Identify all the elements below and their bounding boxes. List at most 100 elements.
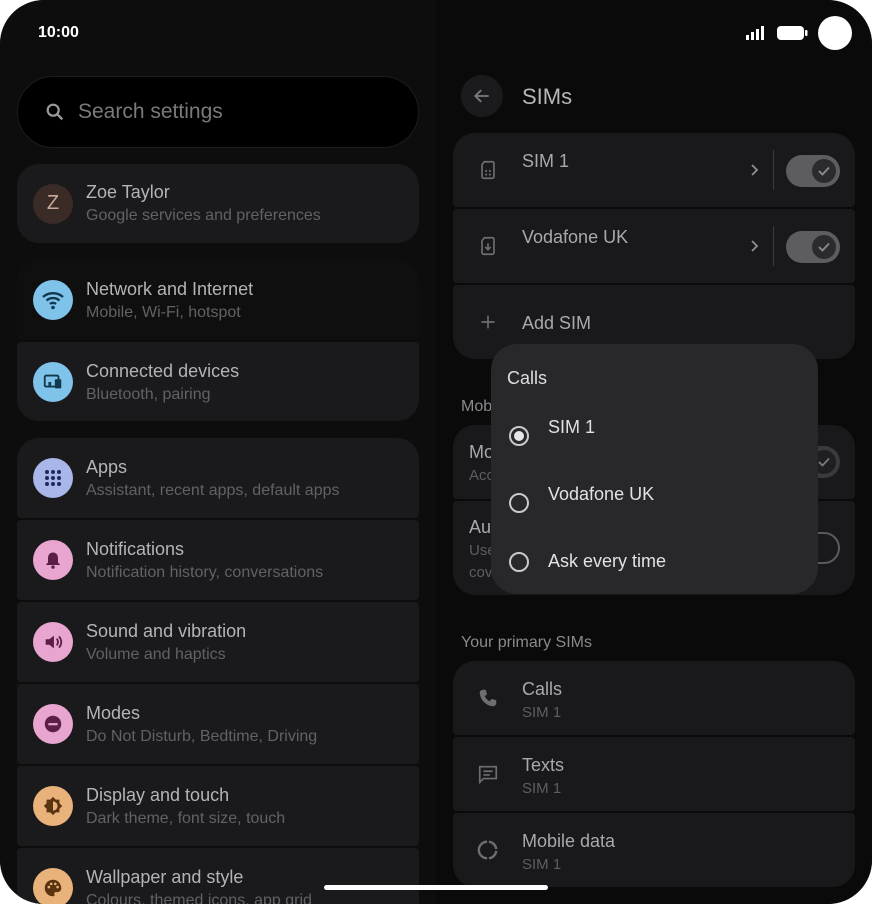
settings-item-title: Wallpaper and style <box>86 866 244 887</box>
settings-item-subtitle: Dark theme, font size, touch <box>86 809 286 827</box>
primary-row-mobile-data[interactable]: Mobile data SIM 1 <box>453 813 855 887</box>
volume-icon <box>45 635 63 649</box>
settings-item-sound[interactable]: Sound and vibration Volume and haptics <box>17 602 419 682</box>
radio-button[interactable] <box>509 493 529 513</box>
bell-icon-circle <box>33 540 73 580</box>
toggle-knob <box>812 235 836 259</box>
esim-download-icon <box>481 236 495 256</box>
devices-icon <box>43 374 62 389</box>
bell-icon <box>46 552 60 569</box>
option-label: Vodafone UK <box>548 484 655 504</box>
row-subtitle: SIM 1 <box>522 780 562 797</box>
camera-cutout <box>818 16 852 50</box>
dialog-title: Calls <box>507 368 548 388</box>
settings-item-title: Network and Internet <box>86 278 254 299</box>
home-indicator[interactable] <box>324 885 548 890</box>
avatar-initial: Z <box>46 192 60 214</box>
settings-item-wallpaper[interactable]: Wallpaper and style Colours, themed icon… <box>17 848 419 904</box>
settings-item-title: Connected devices <box>86 360 240 381</box>
avatar: Z <box>33 183 73 224</box>
status-icons <box>746 16 852 50</box>
row-title: Mobile data <box>522 831 616 851</box>
section-primary-sims: Your primary SIMs <box>461 634 592 651</box>
modes-icon-circle <box>33 704 73 744</box>
settings-item-notifications[interactable]: Notifications Notification history, conv… <box>17 520 419 600</box>
option-sim1[interactable]: SIM 1 <box>507 416 807 456</box>
settings-item-subtitle: Notification history, conversations <box>86 563 324 581</box>
page-title: SIMs <box>522 84 573 109</box>
settings-item-title: Modes <box>86 702 141 723</box>
apps-icon-circle <box>33 458 73 498</box>
option-ask-every-time[interactable]: Ask every time <box>507 542 807 582</box>
data-usage-icon <box>477 840 498 860</box>
settings-item-connected-devices[interactable]: Connected devices Bluetooth, pairing <box>17 342 419 422</box>
battery-icon <box>777 26 808 40</box>
settings-item-subtitle: Volume and haptics <box>86 645 226 663</box>
settings-item-title: Sound and vibration <box>86 620 247 641</box>
divider <box>773 226 774 266</box>
message-icon <box>478 765 498 785</box>
row-title: Au <box>469 517 492 537</box>
brightness-icon <box>43 796 63 816</box>
row-title: Calls <box>522 679 563 699</box>
settings-item-subtitle: Assistant, recent apps, default apps <box>86 481 340 499</box>
option-vodafone[interactable]: Vodafone UK <box>507 483 807 523</box>
wifi-icon-circle <box>33 280 73 320</box>
phone-icon <box>479 689 497 707</box>
check-icon <box>818 242 830 252</box>
calls-sim-dialog: Calls SIM 1 Vodafone UK Ask every time <box>491 344 818 594</box>
settings-item-network[interactable]: Network and Internet Mobile, Wi-Fi, hots… <box>17 260 419 340</box>
account-subtitle: Google services and preferences <box>86 207 321 224</box>
wallpaper-icon-circle <box>33 868 73 904</box>
arrow-back-icon <box>474 89 489 103</box>
chevron-right-icon[interactable] <box>748 238 760 254</box>
plus-icon <box>481 315 495 329</box>
section-mobile: Mob <box>461 398 493 415</box>
settings-item-title: Display and touch <box>86 784 230 805</box>
sim-name: Vodafone UK <box>522 227 629 247</box>
apps-grid-icon <box>45 470 61 486</box>
option-label: SIM 1 <box>548 417 596 437</box>
check-icon <box>818 457 830 467</box>
settings-item-subtitle: Mobile, Wi-Fi, hotspot <box>86 303 241 321</box>
do-not-disturb-icon <box>44 715 62 733</box>
option-label: Ask every time <box>548 551 667 571</box>
back-button[interactable] <box>461 75 503 117</box>
search-bar[interactable] <box>17 76 419 148</box>
sim1-toggle[interactable] <box>786 155 840 187</box>
signal-icon <box>746 26 764 40</box>
display-icon-circle <box>33 786 73 826</box>
vodafone-toggle[interactable] <box>786 231 840 263</box>
primary-row-calls[interactable]: Calls SIM 1 <box>453 661 855 735</box>
sim-card-icon <box>481 160 495 180</box>
settings-item-apps[interactable]: Apps Assistant, recent apps, default app… <box>17 438 419 518</box>
divider <box>773 150 774 190</box>
device-screen: 10:00 Z Zoe Taylor Google services and p… <box>0 0 872 904</box>
devices-icon-circle <box>33 362 73 402</box>
account-row[interactable]: Z Zoe Taylor Google services and prefere… <box>17 164 419 243</box>
row-subtitle: SIM 1 <box>522 856 562 873</box>
search-icon <box>46 103 64 121</box>
settings-item-title: Notifications <box>86 538 185 559</box>
search-input[interactable] <box>78 100 378 124</box>
row-subtitle-2: cov <box>469 564 493 581</box>
row-title: Texts <box>522 755 565 775</box>
settings-item-subtitle: Colours, themed icons, app grid <box>86 891 312 904</box>
settings-item-modes[interactable]: Modes Do Not Disturb, Bedtime, Driving <box>17 684 419 764</box>
volume-icon-circle <box>33 622 73 662</box>
account-name: Zoe Taylor <box>86 182 170 202</box>
chevron-right-icon[interactable] <box>748 162 760 178</box>
check-icon <box>818 166 830 176</box>
radio-button-selected[interactable] <box>509 426 529 446</box>
radio-button[interactable] <box>509 552 529 572</box>
add-sim-label: Add SIM <box>522 313 592 333</box>
settings-item-title: Apps <box>86 456 128 477</box>
wifi-icon <box>42 292 64 310</box>
settings-item-display[interactable]: Display and touch Dark theme, font size,… <box>17 766 419 846</box>
settings-item-subtitle: Bluetooth, pairing <box>86 385 211 403</box>
palette-icon <box>44 879 62 897</box>
sim-name: SIM 1 <box>522 151 570 171</box>
primary-row-texts[interactable]: Texts SIM 1 <box>453 737 855 811</box>
settings-item-subtitle: Do Not Disturb, Bedtime, Driving <box>86 727 318 745</box>
row-subtitle: SIM 1 <box>522 704 562 721</box>
